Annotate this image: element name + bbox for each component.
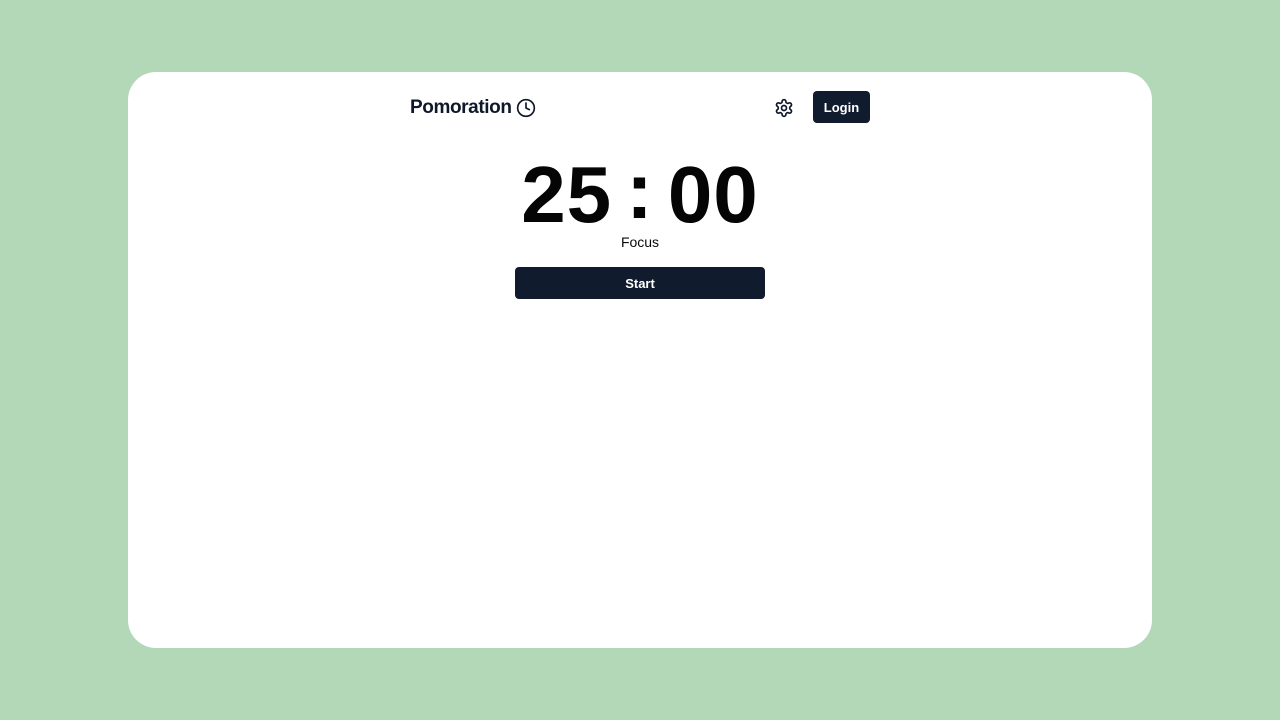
brand: Pomoration — [410, 91, 536, 125]
start-button[interactable]: Start — [515, 267, 765, 299]
mode-label: Focus — [620, 234, 660, 250]
timer-minutes: 25 — [521, 150, 613, 239]
timer-seconds: 00 — [667, 150, 759, 239]
timer-display: 25:00 — [128, 146, 1152, 240]
main-card: Pomoration Login 25:00 Focus Start — [128, 72, 1152, 648]
header: Pomoration Login — [410, 91, 870, 125]
clock-icon — [516, 98, 536, 118]
timer-separator: : — [626, 146, 654, 235]
app-name: Pomoration — [410, 97, 512, 118]
settings-button[interactable] — [772, 96, 796, 120]
gear-icon — [774, 98, 794, 118]
login-button[interactable]: Login — [813, 91, 870, 123]
